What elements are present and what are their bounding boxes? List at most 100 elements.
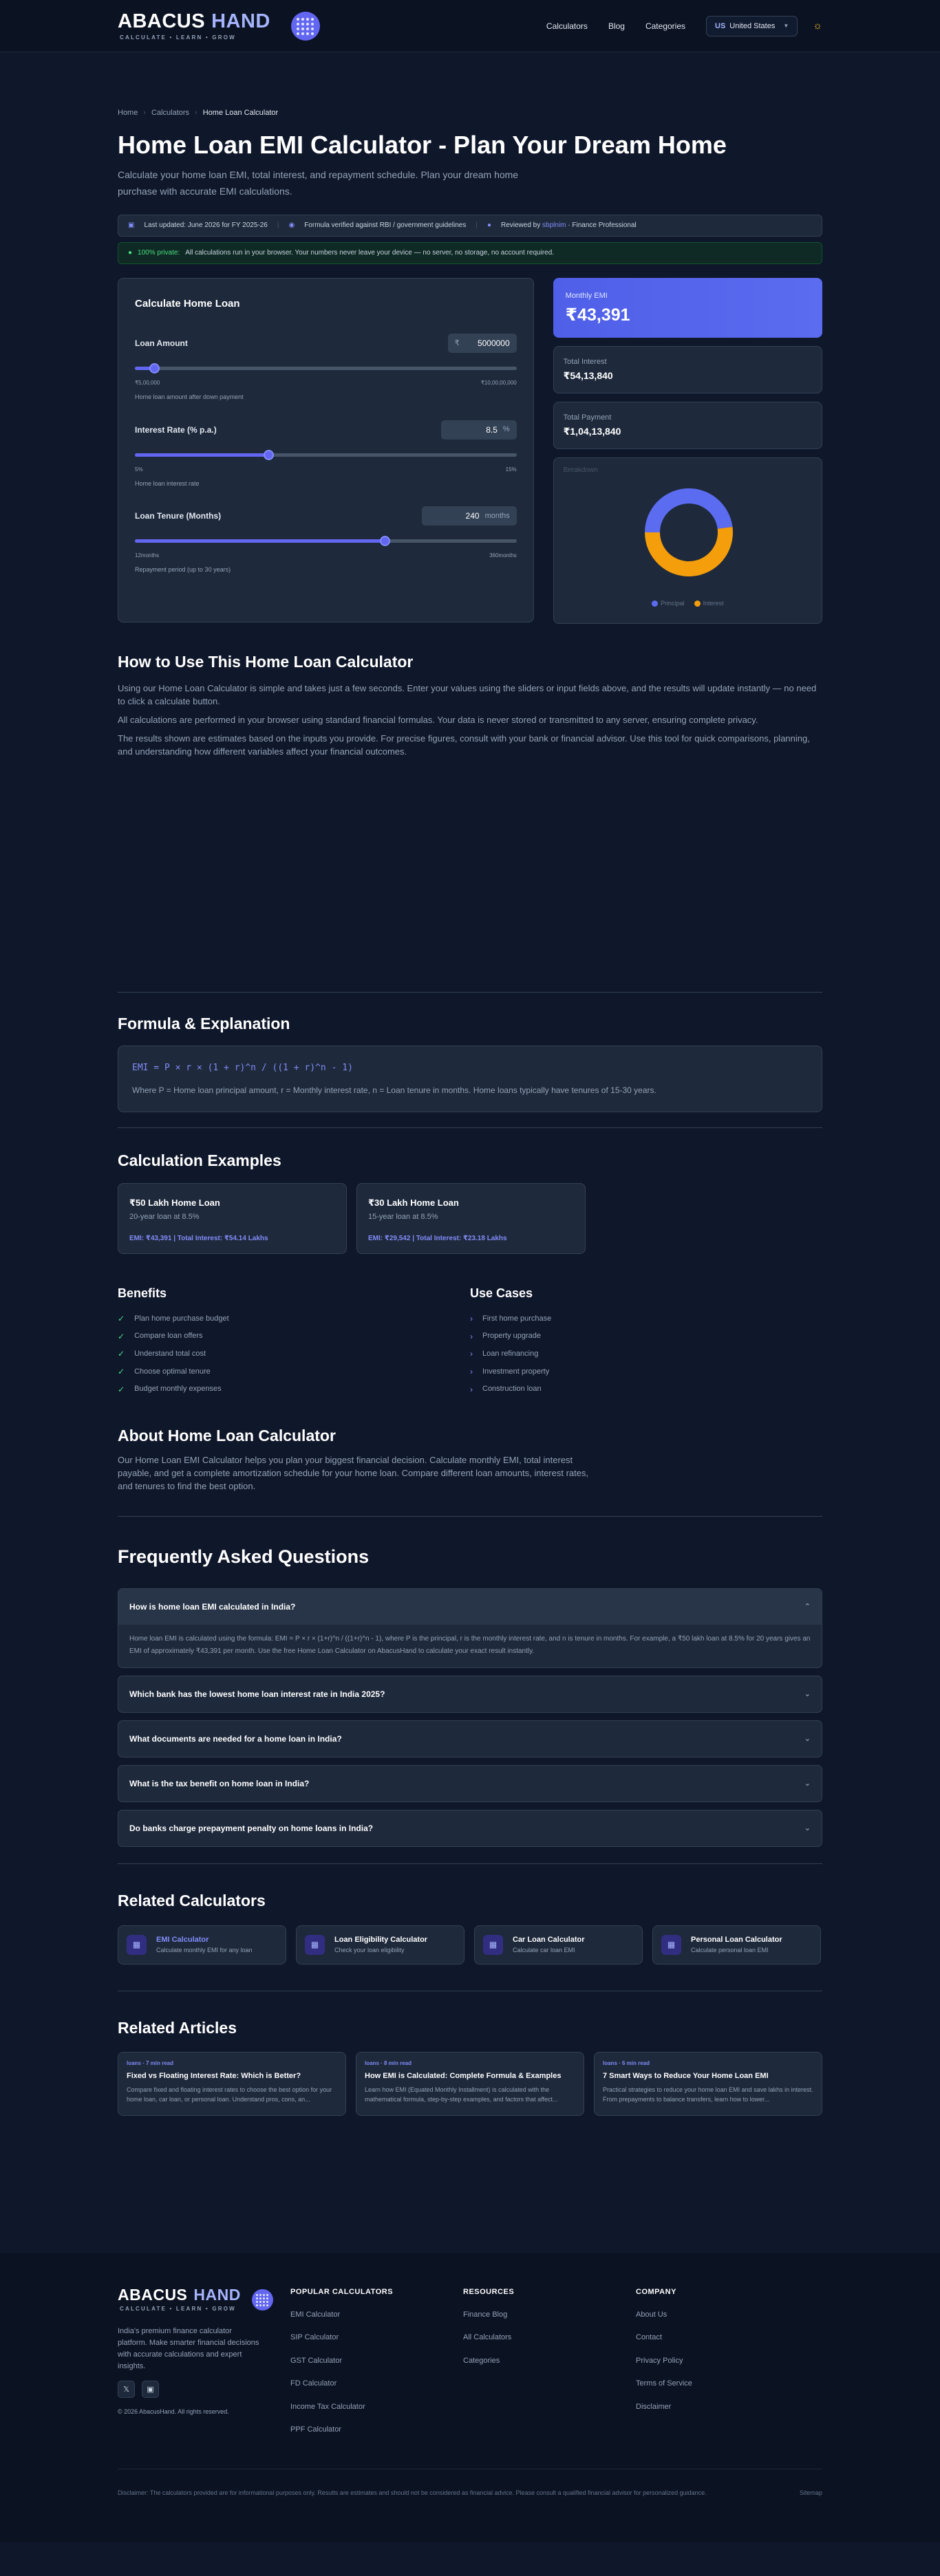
legend-interest: Interest bbox=[694, 599, 724, 609]
how-to-section: How to Use This Home Loan Calculator Usi… bbox=[118, 650, 822, 759]
benefits-heading: Benefits bbox=[118, 1286, 167, 1300]
country-name: United States bbox=[729, 21, 776, 30]
loan-amount-slider-handle[interactable] bbox=[149, 363, 160, 374]
faq-item: Which bank has the lowest home loan inte… bbox=[118, 1676, 822, 1713]
footer-link[interactable]: Categories bbox=[463, 2355, 636, 2378]
footer-link[interactable]: Contact bbox=[636, 2332, 809, 2355]
footer-logo[interactable]: ABACUS HAND CALCULATE • LEARN • GROW bbox=[118, 2286, 241, 2313]
faq-section: Frequently Asked Questions How is home l… bbox=[118, 1543, 822, 1848]
formula-description: Where P = Home loan principal amount, r … bbox=[132, 1085, 656, 1095]
related-articles-heading: Related Articles bbox=[118, 2018, 237, 2037]
emi-label: Monthly EMI bbox=[565, 291, 608, 300]
site-footer: ABACUS HAND CALCULATE • LEARN • GROW Indi… bbox=[0, 2253, 940, 2543]
footer-link[interactable]: Finance Blog bbox=[463, 2309, 636, 2332]
footer-company: COMPANY About Us Contact Privacy Policy … bbox=[636, 2286, 809, 2447]
article-card[interactable]: loans · 8 min read How EMI is Calculated:… bbox=[356, 2052, 584, 2117]
sitemap-link[interactable]: Sitemap bbox=[800, 2489, 822, 2498]
chevron-down-icon: ⌄ bbox=[804, 1824, 811, 1833]
footer-link[interactable]: GST Calculator bbox=[290, 2355, 463, 2378]
related-calculator-card[interactable]: ▦ Loan Eligibility Calculator Check your l… bbox=[296, 1925, 464, 1965]
faq-item: Do banks charge prepayment penalty on ho… bbox=[118, 1810, 822, 1848]
benefits-use-cases: Benefits ✓ Plan home purchase budget ✓ Com… bbox=[118, 1284, 822, 1398]
footer-link[interactable]: Privacy Policy bbox=[636, 2355, 809, 2378]
loan-tenure-value: 240 bbox=[465, 511, 480, 521]
nav-blog[interactable]: Blog bbox=[608, 20, 625, 32]
about-text: Our Home Loan EMI Calculator helps you p… bbox=[118, 1454, 589, 1491]
chevron-up-icon: ⌃ bbox=[804, 1603, 811, 1612]
country-code: US bbox=[715, 21, 726, 30]
related-calculator-card[interactable]: ▦ EMI Calculator Calculate monthly EMI for… bbox=[118, 1925, 286, 1965]
linkedin-icon[interactable]: ▣ bbox=[142, 2381, 159, 2399]
nav-categories[interactable]: Categories bbox=[645, 20, 685, 32]
faq-item: What documents are needed for a home loa… bbox=[118, 1720, 822, 1758]
loan-tenure-slider-handle[interactable] bbox=[380, 536, 391, 546]
footer-link[interactable]: Terms of Service bbox=[636, 2378, 809, 2401]
loan-tenure-input[interactable]: 240 months bbox=[421, 506, 517, 526]
theme-toggle-sun-icon[interactable]: ☼ bbox=[813, 19, 822, 34]
faq-question[interactable]: Do banks charge prepayment penalty on ho… bbox=[118, 1810, 822, 1846]
footer-popular-calculators: POPULAR CALCULATORS EMI Calculator SIP C… bbox=[290, 2286, 463, 2447]
chevron-right-icon: › bbox=[470, 1313, 473, 1323]
faq-item: How is home loan EMI calculated in India… bbox=[118, 1588, 822, 1669]
loan-tenure-slider[interactable] bbox=[135, 536, 517, 546]
logo[interactable]: ABACUS HAND CALCULATE • LEARN • GROW bbox=[118, 11, 270, 42]
interest-rate-slider-handle[interactable] bbox=[264, 449, 275, 460]
breadcrumb-home[interactable]: Home bbox=[118, 107, 138, 119]
interest-rate-input[interactable]: 8.5 % bbox=[440, 420, 517, 440]
chevron-right-icon: › bbox=[470, 1384, 473, 1394]
privacy-label: 100% private: bbox=[138, 249, 180, 257]
faq-question[interactable]: What documents are needed for a home loa… bbox=[118, 1721, 822, 1757]
loan-amount-value: 5000000 bbox=[477, 338, 510, 348]
footer-link[interactable]: EMI Calculator bbox=[290, 2309, 463, 2332]
how-to-p2: All calculations are performed in your b… bbox=[118, 715, 758, 725]
article-card[interactable]: loans · 7 min read Fixed vs Floating Inte… bbox=[118, 2052, 346, 2117]
loan-amount-input[interactable]: ₹ 5000000 bbox=[447, 334, 517, 353]
related-calculator-card[interactable]: ▦ Personal Loan Calculator Calculate perso… bbox=[652, 1925, 821, 1965]
donut-slice-principal bbox=[644, 488, 733, 532]
breadcrumb-calculators[interactable]: Calculators bbox=[151, 107, 189, 119]
loan-amount-slider[interactable] bbox=[135, 363, 517, 374]
example-result: EMI: ₹29,542 | Total Interest: ₹23.18 La… bbox=[368, 1235, 507, 1242]
how-to-p3: The results shown are estimates based on… bbox=[118, 733, 810, 757]
privacy-notice: ● 100% private: All calculations run in … bbox=[118, 241, 822, 264]
breadcrumb: Home › Calculators › Home Loan Calculato… bbox=[118, 52, 822, 119]
footer-link[interactable]: Income Tax Calculator bbox=[290, 2401, 463, 2424]
faq-question[interactable]: What is the tax benefit on home loan in … bbox=[118, 1766, 822, 1801]
page-lead: Calculate your home loan EMI, total inte… bbox=[118, 169, 519, 197]
user-icon: ● bbox=[487, 221, 491, 229]
main-content: Home › Calculators › Home Loan Calculato… bbox=[118, 52, 822, 2117]
faq-question[interactable]: Which bank has the lowest home loan inte… bbox=[118, 1676, 822, 1712]
check-icon: ✓ bbox=[118, 1366, 125, 1376]
use-cases-heading: Use Cases bbox=[470, 1286, 533, 1300]
article-card[interactable]: loans · 6 min read 7 Smart Ways to Reduce… bbox=[594, 2052, 822, 2117]
loan-max: ₹10,00,00,000 bbox=[480, 380, 517, 386]
divider bbox=[118, 1863, 822, 1865]
disclaimer-text: Disclaimer: The calculators provided are… bbox=[118, 2489, 707, 2497]
footer-link[interactable]: PPF Calculator bbox=[290, 2424, 463, 2447]
footer-link[interactable]: SIP Calculator bbox=[290, 2332, 463, 2355]
interest-rate-slider[interactable] bbox=[135, 449, 517, 460]
chevron-right-icon: › bbox=[470, 1331, 473, 1341]
reviewer-link[interactable]: sbplnim bbox=[542, 221, 566, 229]
list-item: › Investment property bbox=[470, 1366, 550, 1376]
nav-calculators[interactable]: Calculators bbox=[546, 20, 588, 32]
footer-link[interactable]: About Us bbox=[636, 2309, 809, 2332]
brand[interactable]: ABACUS HAND CALCULATE • LEARN • GROW bbox=[118, 11, 320, 42]
footer-link[interactable]: All Calculators bbox=[463, 2332, 636, 2355]
examples-section: Calculation Examples ₹50 Lakh Home Loan … bbox=[118, 1149, 822, 1254]
meta-reviewed: Reviewed by sbplnim · Finance Profession… bbox=[500, 221, 637, 229]
calculator-section: Calculate Home Loan Loan Amount ₹ 500000… bbox=[118, 277, 822, 624]
list-item: › Loan refinancing bbox=[470, 1349, 539, 1359]
faq-question[interactable]: How is home loan EMI calculated in India… bbox=[118, 1589, 822, 1625]
examples-heading: Calculation Examples bbox=[118, 1151, 281, 1169]
related-calculator-card[interactable]: ▦ Car Loan Calculator Calculate car loan E… bbox=[474, 1925, 643, 1965]
donut-slice-interest bbox=[644, 526, 733, 576]
logo-main-text: ABACUS bbox=[118, 10, 206, 32]
x-twitter-icon[interactable]: 𝕏 bbox=[118, 2381, 135, 2399]
total-interest-label: Total Interest bbox=[563, 357, 607, 366]
page-title: Home Loan EMI Calculator - Plan Your Dre… bbox=[118, 130, 727, 159]
country-selector[interactable]: US United States ▼ bbox=[706, 15, 798, 37]
calculator-icon: ▦ bbox=[483, 1934, 503, 1955]
footer-link[interactable]: FD Calculator bbox=[290, 2378, 463, 2401]
footer-link[interactable]: Disclaimer bbox=[636, 2401, 809, 2424]
